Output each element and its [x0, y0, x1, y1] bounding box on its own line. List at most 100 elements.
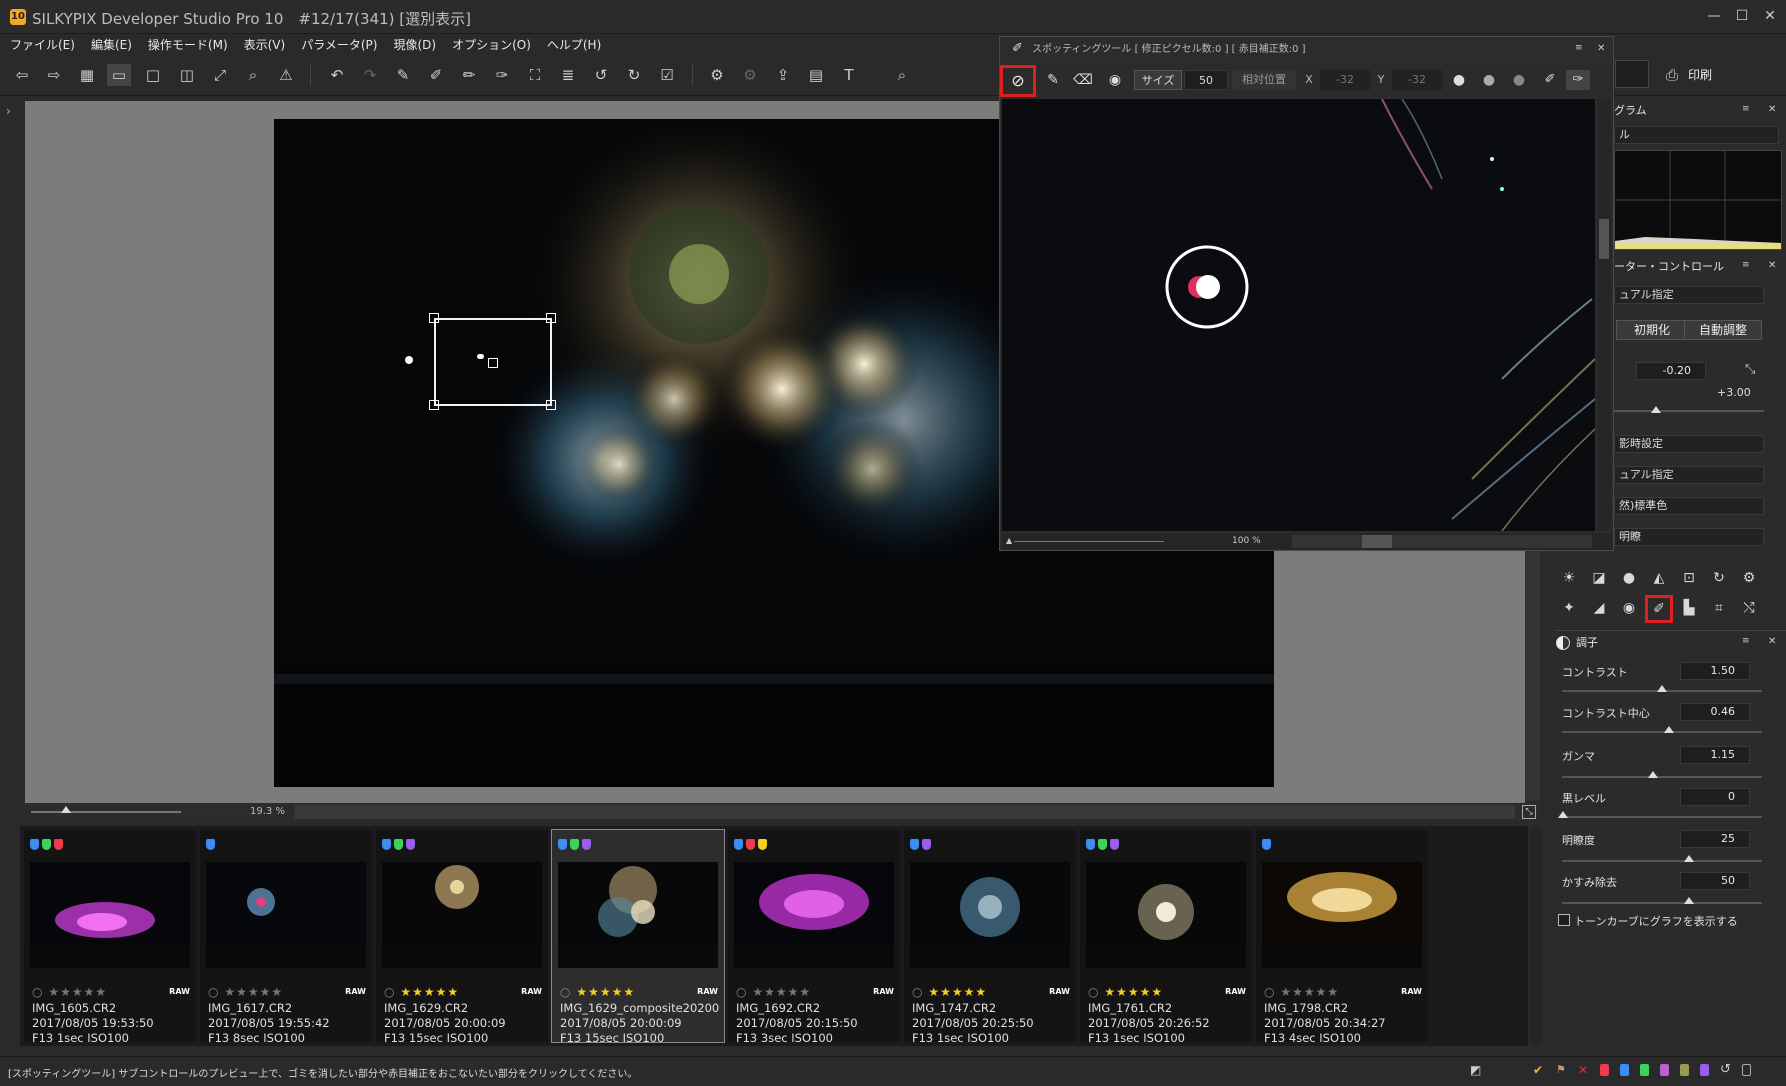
spotting-hscroll[interactable]: ▲ 100 % [1002, 533, 1613, 550]
clarity-slider-thumb[interactable] [1684, 855, 1694, 862]
color-dropdown[interactable]: 然)標準色 [1614, 497, 1764, 515]
selection-handle[interactable] [429, 313, 439, 323]
exposure-value[interactable]: -0.20 [1636, 362, 1706, 380]
window-menu-icon[interactable]: ≡ [1575, 43, 1583, 53]
purple-tag-icon[interactable] [1700, 1064, 1709, 1076]
close-button[interactable]: ✕ [1759, 6, 1781, 26]
panel-close-icon[interactable]: ✕ [1768, 260, 1776, 271]
curve-tool-icon[interactable]: ◪ [1588, 567, 1610, 589]
dehaze-value[interactable]: 50 [1680, 872, 1750, 890]
menu-file[interactable]: ファイル(E) [10, 36, 75, 53]
black-level-slider[interactable] [1562, 816, 1762, 818]
batch-develop-icon[interactable]: ⚙ [738, 64, 762, 86]
menu-help[interactable]: ヘルプ(H) [547, 36, 601, 53]
thumbnail-selected[interactable]: ○ ★★★★★ RAW IMG_1629_composite20200 2017… [551, 829, 725, 1045]
distortion-tool-icon[interactable]: ⊡ [1678, 567, 1700, 589]
auto-adjust-button[interactable]: 自動調整 [1684, 320, 1762, 340]
contrast-center-slider-thumb[interactable] [1664, 726, 1674, 733]
rating-stars[interactable]: ○ ★★★★★ [736, 985, 811, 999]
monitor-icon[interactable]: ▤ [804, 64, 828, 86]
contrast-slider-thumb[interactable] [1657, 685, 1667, 692]
thumbnail[interactable]: ○ ★★★★★ RAW IMG_1629.CR2 2017/08/05 20:0… [376, 830, 548, 1045]
thumbnail[interactable]: ○ ★★★★★ RAW IMG_1617.CR2 2017/08/05 19:5… [200, 830, 372, 1045]
black-level-slider-thumb[interactable] [1558, 811, 1568, 818]
olive-tag-icon[interactable] [1680, 1064, 1689, 1076]
rating-stars[interactable]: ○ ★★★★★ [560, 985, 635, 999]
crop-select-icon[interactable]: ⛶ [523, 64, 547, 86]
hard-brush-icon[interactable]: ● [1446, 70, 1472, 90]
settings-tool-icon[interactable]: ⚙ [1738, 567, 1760, 589]
gamma-value[interactable]: 1.15 [1680, 746, 1750, 764]
thumbnail[interactable]: ○ ★★★★★ RAW IMG_1605.CR2 2017/08/05 19:5… [24, 830, 196, 1045]
paste-param-icon[interactable]: ✐ [424, 64, 448, 86]
exposure-slider[interactable] [1614, 410, 1764, 412]
panel-close-icon[interactable]: ✕ [1768, 104, 1776, 115]
selection-center-handle[interactable] [488, 358, 498, 368]
spot-zoom-slider[interactable] [1014, 541, 1164, 542]
empty-tag-icon[interactable] [1742, 1064, 1751, 1076]
menu-view[interactable]: 表示(V) [244, 36, 286, 53]
rotate-left-icon[interactable]: ↺ [589, 64, 613, 86]
filmstrip-view-icon[interactable]: ▭ [107, 64, 131, 86]
menu-parameter[interactable]: パラメータ(P) [301, 36, 377, 53]
black-level-value[interactable]: 0 [1680, 788, 1750, 806]
init-button[interactable]: 初期化 [1616, 320, 1688, 340]
tone-curve-checkbox[interactable] [1558, 914, 1570, 926]
white-balance-dropdown[interactable]: 影時設定 [1614, 435, 1764, 453]
rating-stars[interactable]: ○ ★★★★★ [1088, 985, 1163, 999]
menu-edit[interactable]: 編集(E) [91, 36, 132, 53]
spotting-vscroll[interactable] [1597, 99, 1611, 531]
window-close-icon[interactable]: ✕ [1597, 43, 1605, 54]
single-view-icon[interactable]: □ [141, 64, 165, 86]
panel-menu-icon[interactable]: ≡ [1742, 636, 1750, 646]
thumbnail[interactable]: ○ ★★★★★ RAW IMG_1747.CR2 2017/08/05 20:2… [904, 830, 1076, 1045]
reset-icon[interactable]: ↺ [1720, 1062, 1731, 1077]
selection-handle[interactable] [546, 400, 556, 410]
dehaze-slider[interactable] [1562, 902, 1762, 904]
spotting-preview[interactable] [1002, 99, 1595, 531]
spot-hscroll-track[interactable] [1292, 535, 1592, 548]
zoom-slider-thumb[interactable] [61, 806, 71, 813]
check-mark-icon[interactable]: ✔ [1533, 1063, 1543, 1077]
color-tool-icon[interactable]: ● [1618, 567, 1640, 589]
filmstrip-scrollbar[interactable] [1530, 826, 1542, 1046]
sharpness-dropdown[interactable]: 明瞭 [1614, 528, 1764, 546]
pen-icon[interactable]: ✐ [1538, 70, 1562, 90]
redeye-icon[interactable]: ◉ [1102, 70, 1128, 90]
spotting-tool-icon[interactable]: ✐ [1645, 595, 1673, 623]
thumbnail[interactable]: ○ ★★★★★ RAW IMG_1798.CR2 2017/08/05 20:3… [1256, 830, 1428, 1045]
crop-tool-icon[interactable]: ⌗ [1708, 597, 1730, 619]
fill-tool-icon[interactable]: ◭ [1648, 567, 1670, 589]
layers-icon[interactable]: ≣ [556, 64, 580, 86]
menu-mode[interactable]: 操作モード(M) [148, 36, 228, 53]
redeye-tool-icon[interactable]: ◉ [1618, 597, 1640, 619]
spot-zoom[interactable]: 100 % [1232, 536, 1261, 546]
spotting-mode-icon[interactable]: ⊘ [1000, 65, 1036, 97]
panel-menu-icon[interactable]: ≡ [1742, 260, 1750, 270]
y-value[interactable]: -32 [1392, 70, 1442, 90]
panel-close-icon[interactable]: ✕ [1768, 636, 1776, 647]
prev-image-icon[interactable]: ⇦ [10, 64, 34, 86]
minimize-button[interactable]: — [1703, 6, 1725, 26]
clarity-slider[interactable] [1562, 860, 1762, 862]
green-tag-icon[interactable] [1640, 1064, 1649, 1076]
manual-select-2-dropdown[interactable]: ュアル指定 [1614, 466, 1764, 484]
dehaze-slider-thumb[interactable] [1684, 897, 1694, 904]
rotate-tool-icon[interactable]: ↻ [1708, 567, 1730, 589]
selection-handle[interactable] [429, 400, 439, 410]
pink-tag-icon[interactable] [1660, 1064, 1669, 1076]
transform-tool-icon[interactable]: ⤭ [1738, 597, 1760, 619]
clarity-value[interactable]: 25 [1680, 830, 1750, 848]
fit-icon[interactable]: ⤡ [1522, 805, 1536, 819]
menu-develop[interactable]: 現像(D) [393, 36, 436, 53]
exposure-slider-thumb[interactable] [1651, 406, 1661, 413]
thumbnail[interactable]: ○ ★★★★★ RAW IMG_1692.CR2 2017/08/05 20:1… [728, 830, 900, 1045]
manual-select-dropdown[interactable]: ュアル指定 [1614, 286, 1764, 304]
red-tag-icon[interactable] [1600, 1064, 1609, 1076]
grid-view-icon[interactable]: ▦ [75, 64, 99, 86]
eraser-icon[interactable]: ⌫ [1070, 70, 1096, 90]
expand-icon[interactable]: ⤡ [1745, 362, 1755, 377]
tone-curve-label[interactable]: トーンカーブにグラフを表示する [1574, 913, 1738, 929]
brush-tool-icon[interactable]: ✦ [1558, 597, 1580, 619]
rating-stars[interactable]: ○ ★★★★★ [1264, 985, 1339, 999]
